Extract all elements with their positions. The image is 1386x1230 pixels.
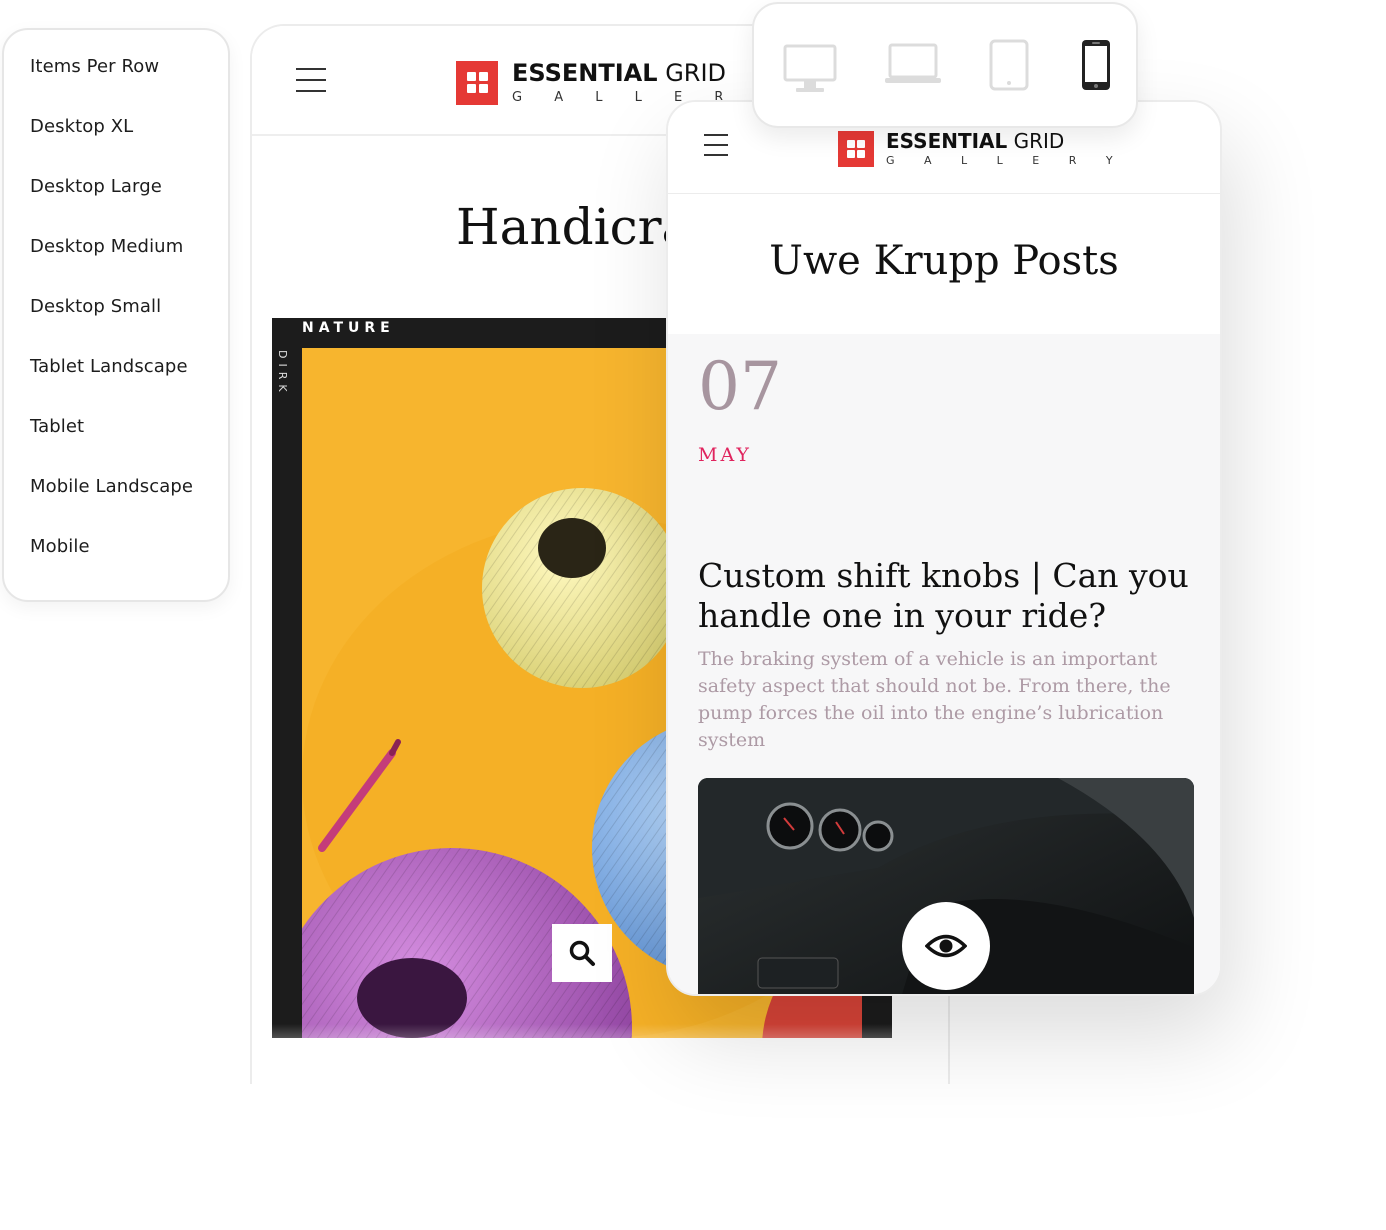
- site-logo[interactable]: ESSENTIAL GRID G A L L E R Y: [838, 130, 1126, 167]
- device-switcher: [752, 2, 1138, 128]
- option-desktop-xl[interactable]: Desktop XL: [30, 116, 133, 137]
- mobile-preview: ESSENTIAL GRID G A L L E R Y Uwe Krupp P…: [666, 100, 1222, 996]
- card-category: NATURE: [302, 320, 395, 336]
- post-image[interactable]: [698, 778, 1194, 994]
- view-button[interactable]: [902, 902, 990, 990]
- search-button[interactable]: [552, 924, 612, 982]
- logo-grid-icon: [838, 130, 874, 167]
- post-month: MAY: [698, 444, 752, 466]
- logo-word-bold: ESSENTIAL: [512, 59, 658, 87]
- device-mobile-button[interactable]: [1080, 38, 1112, 99]
- tablet-icon: [989, 39, 1029, 91]
- post-excerpt: The braking system of a vehicle is an im…: [698, 648, 1171, 751]
- post-card: 07 MAY Custom shift knobs | Can you hand…: [668, 334, 1220, 994]
- page-title: Uwe Krupp Posts: [769, 238, 1119, 284]
- items-per-row-heading: Items Per Row: [30, 56, 160, 77]
- desktop-icon: [783, 44, 837, 92]
- eye-icon: [925, 934, 967, 958]
- post-title[interactable]: Custom shift knobs | Can you handle one …: [698, 556, 1198, 636]
- site-logo[interactable]: ESSENTIAL GRID G A L L E R Y: [456, 60, 777, 105]
- option-mobile[interactable]: Mobile: [30, 536, 90, 557]
- logo-subtitle: G A L L E R Y: [886, 154, 1126, 167]
- option-mobile-landscape[interactable]: Mobile Landscape: [30, 476, 193, 497]
- logo-word-bold: ESSENTIAL: [886, 129, 1008, 153]
- option-desktop-small[interactable]: Desktop Small: [30, 296, 161, 317]
- items-per-row-panel: Items Per Row Desktop XL Desktop Large D…: [2, 28, 230, 602]
- search-icon: [569, 940, 595, 966]
- option-desktop-large[interactable]: Desktop Large: [30, 176, 162, 197]
- card-author: DIRK: [276, 350, 289, 397]
- option-tablet[interactable]: Tablet: [30, 416, 84, 437]
- device-laptop-button[interactable]: [884, 42, 942, 93]
- logo-grid-icon: [456, 60, 498, 105]
- device-tablet-button[interactable]: [988, 38, 1030, 99]
- option-desktop-medium[interactable]: Desktop Medium: [30, 236, 183, 257]
- menu-icon[interactable]: [704, 134, 728, 156]
- page-title: Handicra: [456, 198, 692, 256]
- post-day: 07: [698, 348, 782, 425]
- logo-word-light: GRID: [1013, 129, 1065, 153]
- laptop-icon: [885, 43, 941, 83]
- option-tablet-landscape[interactable]: Tablet Landscape: [30, 356, 188, 377]
- menu-icon[interactable]: [296, 68, 326, 92]
- device-desktop-button[interactable]: [782, 42, 838, 103]
- logo-word-light: GRID: [665, 59, 727, 87]
- mobile-icon: [1082, 40, 1110, 90]
